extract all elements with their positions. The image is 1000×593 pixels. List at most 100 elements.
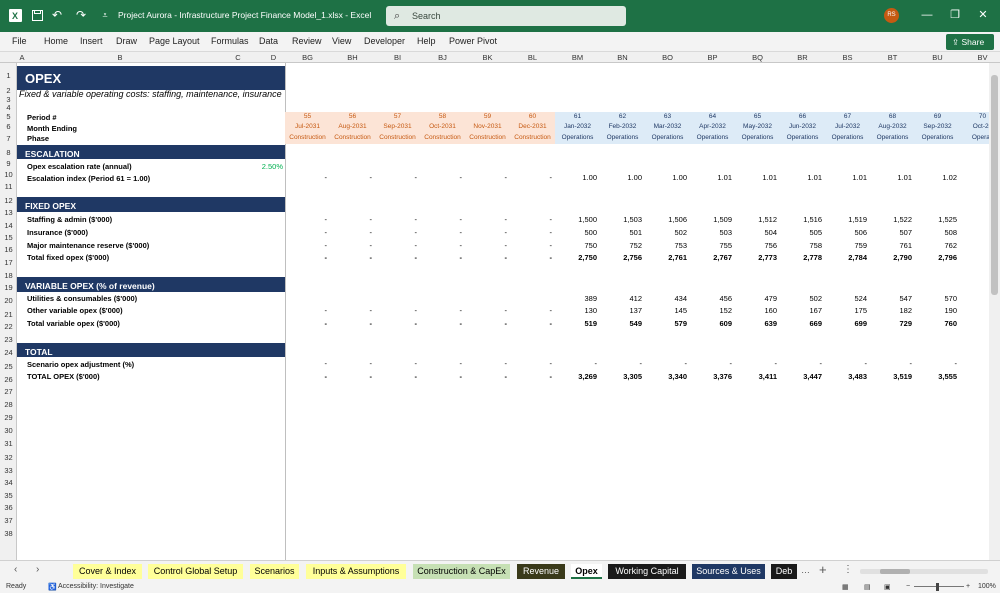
phase-name[interactable]: Construction bbox=[375, 134, 420, 142]
staffing-value[interactable]: 1,522 bbox=[870, 216, 912, 224]
total-fixed-value[interactable]: - bbox=[375, 254, 418, 262]
insurance-value[interactable]: 504 bbox=[735, 229, 777, 237]
insurance-value[interactable]: - bbox=[465, 229, 508, 237]
row-header[interactable]: 31 bbox=[0, 440, 17, 448]
escalation-index-value[interactable]: - bbox=[375, 174, 418, 182]
total-variable-value[interactable]: 669 bbox=[780, 320, 822, 328]
total-variable-value[interactable]: - bbox=[330, 320, 373, 328]
scenario-adj-value[interactable]: - bbox=[420, 360, 463, 368]
total-fixed-value[interactable]: - bbox=[420, 254, 463, 262]
maintenance-value[interactable]: 761 bbox=[870, 242, 912, 250]
insurance-value[interactable]: 505 bbox=[780, 229, 822, 237]
menu-home[interactable]: Home bbox=[44, 36, 68, 46]
escalation-index-value[interactable]: 1 bbox=[960, 174, 990, 182]
total-fixed-value[interactable]: - bbox=[510, 254, 553, 262]
col-header[interactable]: BG bbox=[285, 53, 330, 62]
row-header[interactable]: 11 bbox=[0, 183, 17, 191]
period-number[interactable]: 55 bbox=[285, 113, 330, 121]
phase-name[interactable]: Operations bbox=[780, 134, 825, 142]
close-icon[interactable]: ✕ bbox=[976, 8, 990, 22]
menu-view[interactable]: View bbox=[332, 36, 351, 46]
row-header[interactable]: 2 bbox=[0, 87, 17, 95]
total-variable-value[interactable]: - bbox=[465, 320, 508, 328]
escalation-index-value[interactable]: - bbox=[330, 174, 373, 182]
total-variable-value[interactable]: - bbox=[285, 320, 328, 328]
phase-name[interactable]: Operations bbox=[645, 134, 690, 142]
insurance-value[interactable]: - bbox=[285, 229, 328, 237]
scenario-adj-value[interactable]: - bbox=[510, 360, 553, 368]
total-variable-value[interactable]: - bbox=[420, 320, 463, 328]
total-variable-value[interactable]: 729 bbox=[870, 320, 912, 328]
row-header[interactable]: 36 bbox=[0, 504, 17, 512]
insurance-value[interactable]: 503 bbox=[690, 229, 732, 237]
sheet-grid[interactable]: OPEX Fixed & variable operating costs: s… bbox=[17, 63, 990, 560]
phase-name[interactable]: Operations bbox=[555, 134, 600, 142]
period-number[interactable]: 60 bbox=[510, 113, 555, 121]
month-ending[interactable]: Oct-2031 bbox=[420, 123, 465, 131]
row-header[interactable]: 8 bbox=[0, 149, 17, 157]
other-variable-value[interactable]: - bbox=[375, 307, 418, 315]
phase-name[interactable]: Construction bbox=[285, 134, 330, 142]
total-opex-value[interactable]: 3,411 bbox=[735, 373, 777, 381]
month-ending[interactable]: Aug-2031 bbox=[330, 123, 375, 131]
escalation-index-value[interactable]: - bbox=[285, 174, 328, 182]
staffing-value[interactable]: - bbox=[285, 216, 328, 224]
col-header[interactable]: BV bbox=[960, 53, 1000, 62]
total-variable-value[interactable]: 519 bbox=[555, 320, 597, 328]
row-header[interactable]: 13 bbox=[0, 209, 17, 217]
escalation-index-value[interactable]: - bbox=[465, 174, 508, 182]
col-header[interactable]: BH bbox=[330, 53, 375, 62]
menu-formulas[interactable]: Formulas bbox=[211, 36, 249, 46]
row-header[interactable]: 18 bbox=[0, 272, 17, 280]
row-header[interactable]: 37 bbox=[0, 517, 17, 525]
total-fixed-value[interactable]: 2,750 bbox=[555, 254, 597, 262]
col-header[interactable]: BJ bbox=[420, 53, 465, 62]
total-opex-value[interactable]: 3,519 bbox=[870, 373, 912, 381]
staffing-value[interactable]: 1,519 bbox=[825, 216, 867, 224]
menu-data[interactable]: Data bbox=[259, 36, 278, 46]
escalation-index-value[interactable]: 1.01 bbox=[735, 174, 777, 182]
col-header[interactable]: BO bbox=[645, 53, 690, 62]
col-header[interactable]: D bbox=[262, 53, 285, 62]
row-header[interactable]: 35 bbox=[0, 492, 17, 500]
period-number[interactable]: 59 bbox=[465, 113, 510, 121]
status-accessibility[interactable]: Accessibility: Investigate bbox=[58, 583, 134, 590]
menu-draw[interactable]: Draw bbox=[116, 36, 137, 46]
month-ending[interactable]: Feb-2032 bbox=[600, 123, 645, 131]
row-header[interactable]: 34 bbox=[0, 479, 17, 487]
other-variable-value[interactable]: 130 bbox=[555, 307, 597, 315]
utilities-value[interactable]: 570 bbox=[915, 295, 957, 303]
period-number[interactable]: 69 bbox=[915, 113, 960, 121]
staffing-value[interactable]: 1,512 bbox=[735, 216, 777, 224]
scenario-adj-value[interactable]: - bbox=[645, 360, 688, 368]
total-opex-value[interactable]: 3,483 bbox=[825, 373, 867, 381]
staffing-value[interactable]: - bbox=[375, 216, 418, 224]
row-header[interactable]: 15 bbox=[0, 234, 17, 242]
scenario-adj-value[interactable]: - bbox=[915, 360, 958, 368]
scenario-adj-value[interactable]: - bbox=[375, 360, 418, 368]
col-header[interactable]: BM bbox=[555, 53, 600, 62]
scenario-adj-value[interactable]: - bbox=[330, 360, 373, 368]
phase-name[interactable]: Construction bbox=[420, 134, 465, 142]
tab-menu-icon[interactable]: ⋮ bbox=[843, 564, 853, 575]
normal-view-icon[interactable]: ▦ bbox=[842, 583, 849, 591]
staffing-value[interactable]: 1,506 bbox=[645, 216, 687, 224]
hscroll-thumb[interactable] bbox=[880, 569, 910, 574]
other-variable-value[interactable]: 137 bbox=[600, 307, 642, 315]
phase-name[interactable]: Construction bbox=[510, 134, 555, 142]
col-header[interactable]: BK bbox=[465, 53, 510, 62]
escalation-index-value[interactable]: - bbox=[420, 174, 463, 182]
maintenance-value[interactable]: 753 bbox=[645, 242, 687, 250]
total-opex-value[interactable]: 3,447 bbox=[780, 373, 822, 381]
staffing-value[interactable]: 1, bbox=[960, 216, 990, 224]
period-number[interactable]: 63 bbox=[645, 113, 690, 121]
tab-next-icon[interactable]: › bbox=[36, 564, 39, 575]
zoom-level[interactable]: 100% bbox=[978, 583, 996, 590]
maintenance-value[interactable]: 758 bbox=[780, 242, 822, 250]
period-number[interactable]: 66 bbox=[780, 113, 825, 121]
vertical-scrollbar[interactable] bbox=[989, 63, 1000, 560]
save-icon[interactable] bbox=[30, 8, 44, 22]
user-avatar[interactable]: RS bbox=[884, 8, 899, 23]
total-opex-value[interactable]: 3,555 bbox=[915, 373, 957, 381]
month-ending[interactable]: Jul-2032 bbox=[825, 123, 870, 131]
